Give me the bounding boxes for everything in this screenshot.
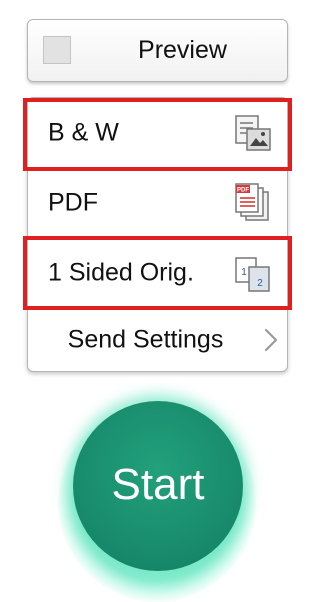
file-type-row[interactable]: PDF PDF (28, 168, 287, 238)
page-two-digit: 2 (257, 278, 263, 289)
send-settings-row[interactable]: Send Settings (28, 309, 287, 371)
preview-label: Preview (138, 36, 227, 64)
send-settings-list: B & W PDF PDF 1 Sided Orig. 1 2 Send Set… (27, 97, 288, 372)
chevron-right-icon (264, 328, 278, 352)
send-settings-label: Send Settings (67, 325, 224, 354)
color-mode-row[interactable]: B & W (28, 98, 287, 168)
preview-button[interactable]: Preview (27, 19, 288, 82)
pdf-icon-text: PDF (237, 187, 249, 193)
start-button[interactable]: Start (73, 401, 243, 571)
preview-checkbox[interactable] (43, 36, 71, 64)
pdf-document-icon: PDF (235, 182, 269, 221)
scan-send-panel: Preview B & W PDF PDF 1 Sided Orig. 1 2 … (0, 0, 314, 602)
original-sides-label: 1 Sided Orig. (48, 258, 194, 287)
original-sides-row[interactable]: 1 Sided Orig. 1 2 (28, 238, 287, 309)
one-sided-original-icon: 1 2 (235, 257, 270, 292)
file-type-label: PDF (48, 188, 98, 216)
color-mode-label: B & W (48, 118, 119, 146)
start-label: Start (111, 460, 205, 509)
bw-document-icon (235, 114, 271, 151)
page-one-digit: 1 (241, 267, 247, 278)
